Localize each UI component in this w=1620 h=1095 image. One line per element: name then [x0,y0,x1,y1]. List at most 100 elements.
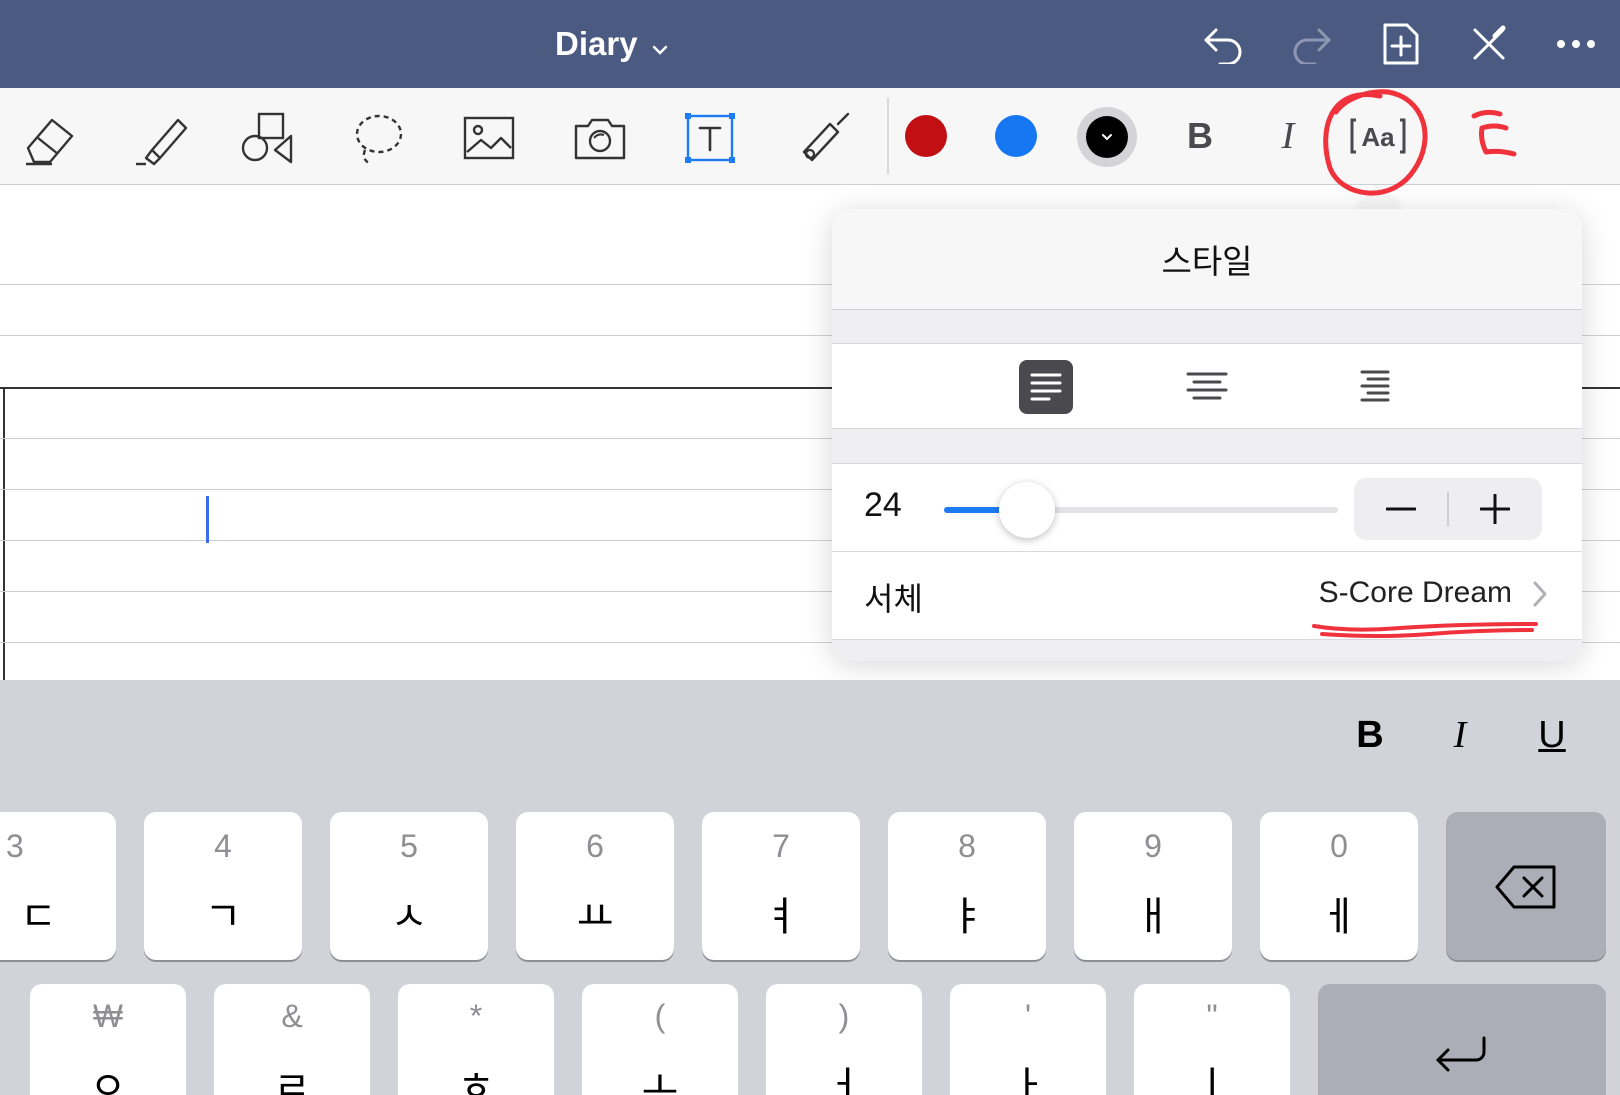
key-alt-label: 7 [772,828,790,864]
keyboard-italic-button[interactable]: I [1435,710,1485,760]
key-9[interactable]: 9 ㅐ [1074,812,1232,960]
document-title: Diary [555,25,638,62]
text-box-icon[interactable] [678,106,742,170]
key-hieut[interactable]: * ㅎ [398,984,554,1095]
key-main-label: ㅏ [1009,1064,1047,1095]
color-swatch-blue[interactable] [995,115,1037,157]
backspace-key[interactable] [1446,812,1606,960]
bold-button[interactable]: B [1180,110,1220,162]
keyboard-underline-button[interactable]: U [1527,710,1577,760]
close-tools-icon[interactable] [1463,18,1515,70]
key-main-label: ㄷ [20,894,57,940]
key-main-label: ㅎ [457,1064,495,1095]
laser-pointer-icon[interactable] [790,106,854,170]
align-left-icon [1030,373,1062,401]
shapes-icon[interactable] [235,106,299,170]
align-center-icon [1186,372,1228,400]
align-right-button[interactable] [1345,360,1399,414]
key-main-label: ㅕ [762,894,800,940]
key-alt-label: 8 [958,828,976,864]
key-3[interactable]: 3 ㄷ [0,812,116,960]
color-swatch-black-selected[interactable] [1077,107,1137,167]
key-alt-label: ) [838,998,850,1034]
font-size-slider-fill [944,507,1007,513]
key-o[interactable]: ( ㅗ [582,984,738,1095]
lasso-icon[interactable] [345,106,409,170]
more-icon[interactable] [1550,18,1602,70]
tools-bar: B I Aa [0,88,1620,185]
key-alt-label: 6 [586,828,604,864]
key-alt-label: ( [654,998,666,1034]
text-caret [206,496,209,543]
font-family-label: 서체 [864,580,923,618]
undo-icon[interactable] [1198,18,1250,70]
key-alt-label: & [281,998,303,1034]
key-main-label: ㅑ [948,894,986,940]
key-main-label: ㅐ [1134,894,1172,940]
key-alt-label: ' [1024,998,1032,1034]
align-right-icon [1360,370,1390,402]
return-key[interactable] [1318,984,1606,1095]
text-style-icon: Aa [1350,118,1406,154]
font-size-value: 24 [864,486,902,524]
eraser-icon[interactable] [18,106,82,170]
camera-icon[interactable] [568,106,632,170]
key-rieul[interactable]: & ㄹ [214,984,370,1095]
decrease-size-button[interactable] [1354,478,1448,540]
key-6[interactable]: 6 ㅛ [516,812,674,960]
highlighter-icon[interactable] [128,106,192,170]
key-main-label: ㄹ [273,1064,311,1095]
section-gap [832,310,1582,343]
key-main-label: ㅇ [89,1064,127,1095]
key-alt-label: " [1206,998,1218,1034]
alignment-row [832,343,1582,429]
chevron-right-icon [1532,580,1548,612]
key-main-label: ㄱ [204,894,242,940]
key-main-label: ㅗ [641,1064,679,1095]
italic-button[interactable]: I [1268,110,1308,162]
redo-icon[interactable] [1285,18,1337,70]
document-title-dropdown[interactable]: Diary [555,22,668,66]
key-7[interactable]: 7 ㅕ [702,812,860,960]
image-icon[interactable] [457,106,521,170]
keyboard-bold-button[interactable]: B [1345,710,1395,760]
popover-footer [832,639,1582,661]
align-center-button[interactable] [1180,360,1234,414]
key-main-label: ㅣ [1193,1064,1231,1095]
key-alt-label: * [469,998,483,1034]
color-swatch-red[interactable] [905,115,947,157]
font-family-row[interactable]: 서체 S-Core Dream [832,551,1582,639]
font-size-row: 24 [832,463,1582,551]
key-main-label: ㅓ [825,1064,863,1095]
key-8[interactable]: 8 ㅑ [888,812,1046,960]
increase-size-button[interactable] [1448,478,1542,540]
key-main-label: ㅅ [390,894,428,940]
key-0[interactable]: 0 ㅔ [1260,812,1418,960]
backspace-icon [1446,864,1606,910]
text-style-label: Aa [1361,122,1395,152]
key-alt-label: 3 [6,828,24,864]
key-ieung[interactable]: ₩ ㅇ [30,984,186,1095]
key-eo[interactable]: ) ㅓ [766,984,922,1095]
add-page-icon[interactable] [1375,18,1427,70]
key-alt-label: 9 [1144,828,1162,864]
return-icon [1318,1034,1606,1074]
color-swatch-black [1086,116,1128,158]
key-alt-label: 0 [1330,828,1348,864]
section-gap [832,429,1582,463]
font-size-slider-thumb[interactable] [999,482,1055,538]
font-size-slider[interactable] [944,482,1338,538]
font-size-stepper [1354,478,1542,540]
key-5[interactable]: 5 ㅅ [330,812,488,960]
text-style-button[interactable]: Aa [1350,110,1406,162]
style-popover: 스타일 24 서체 S-Core Dream [832,209,1582,661]
title-bar: Diary [0,0,1620,88]
key-i[interactable]: " ㅣ [1134,984,1290,1095]
on-screen-keyboard: B I U 3 ㄷ 4 ㄱ 5 ㅅ 6 ㅛ 7 ㅕ 8 ㅑ 9 ㅐ 0 ㅔ ₩ … [0,680,1620,1095]
key-a[interactable]: ' ㅏ [950,984,1106,1095]
key-alt-label: 5 [400,828,418,864]
plus-icon [1480,494,1510,524]
text-box-border-left [3,387,5,680]
key-4[interactable]: 4 ㄱ [144,812,302,960]
align-left-button[interactable] [1019,360,1073,414]
